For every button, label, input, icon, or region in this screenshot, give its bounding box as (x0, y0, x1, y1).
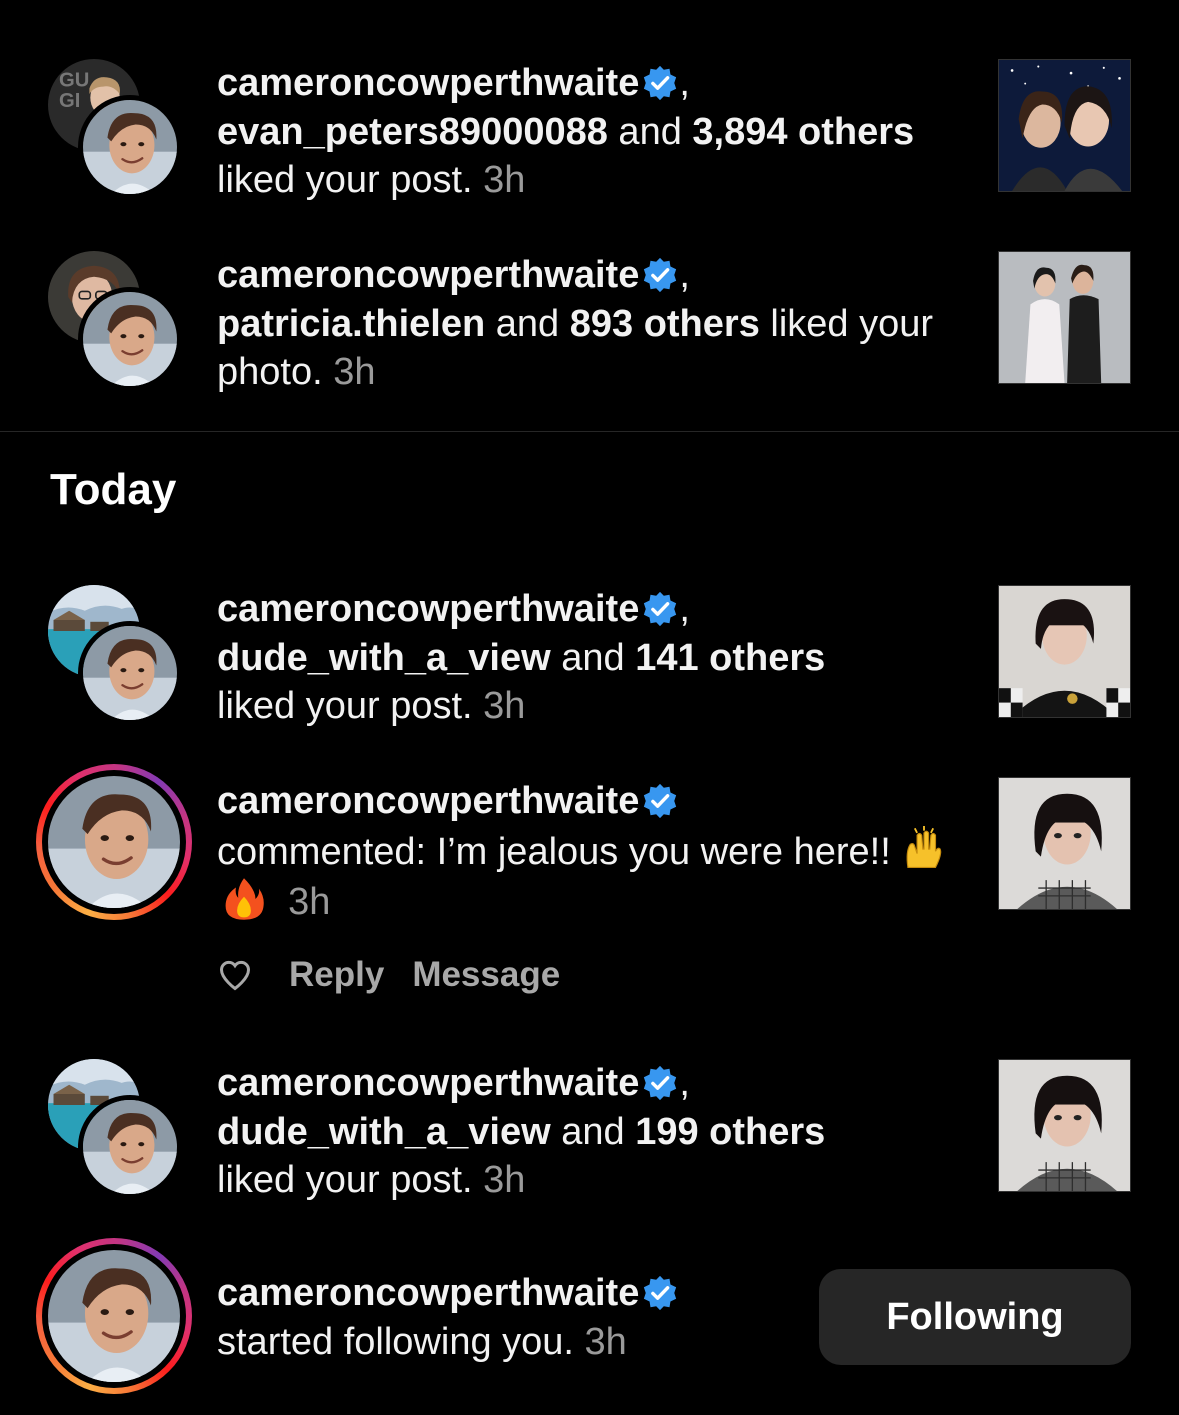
avatar-stack[interactable] (48, 1059, 188, 1199)
avatar-stack[interactable] (48, 251, 188, 391)
timestamp: 3h (483, 159, 526, 201)
notification-text: cameroncowperthwaite, dude_with_a_view a… (217, 588, 826, 727)
notification-text: cameroncowperthwaite commented: I’m jeal… (217, 777, 957, 927)
avatar-stack[interactable] (48, 59, 188, 199)
following-button[interactable]: Following (819, 1269, 1131, 1365)
avatar (48, 776, 180, 908)
username-link[interactable]: cameroncowperthwaite (217, 62, 639, 104)
post-thumbnail[interactable] (998, 1059, 1131, 1192)
notification-text: cameroncowperthwaite, patricia.thielen a… (217, 254, 934, 393)
timestamp: 3h (288, 881, 331, 923)
avatar (78, 1095, 182, 1199)
timestamp: 3h (483, 1159, 526, 1201)
post-thumbnail[interactable] (998, 59, 1131, 192)
verified-badge-icon (641, 1274, 679, 1312)
avatar-story-ring[interactable] (36, 1238, 192, 1394)
reply-button[interactable]: Reply (289, 955, 384, 995)
message-button[interactable]: Message (412, 955, 560, 995)
post-thumbnail[interactable] (998, 251, 1131, 384)
username-link[interactable]: patricia.thielen (217, 303, 485, 345)
fire-emoji-icon (221, 876, 267, 922)
username-link[interactable]: cameroncowperthwaite (217, 780, 639, 822)
username-link[interactable]: cameroncowperthwaite (217, 1272, 639, 1314)
verified-badge-icon (641, 1064, 679, 1102)
notification-text: cameroncowperthwaite, evan_peters8900008… (217, 62, 915, 201)
avatar (48, 1250, 180, 1382)
post-thumbnail[interactable] (998, 585, 1131, 718)
timestamp: 3h (483, 685, 526, 727)
verified-badge-icon (641, 256, 679, 294)
section-title-today: Today (50, 465, 177, 514)
avatar-story-ring[interactable] (36, 764, 192, 920)
avatar-stack[interactable] (48, 585, 188, 725)
timestamp: 3h (584, 1320, 627, 1363)
username-link[interactable]: cameroncowperthwaite (217, 1062, 639, 1104)
comment-text: commented: I’m jealous you were here!! (217, 830, 902, 873)
verified-badge-icon (641, 64, 679, 102)
notification-text: cameroncowperthwaite started following y… (217, 1269, 797, 1366)
username-link[interactable]: dude_with_a_view (217, 1111, 551, 1153)
others-count[interactable]: 893 others (570, 303, 760, 345)
avatar (78, 287, 182, 391)
username-link[interactable]: evan_peters89000088 (217, 111, 608, 153)
avatar (78, 621, 182, 725)
others-count[interactable]: 199 others (635, 1111, 825, 1153)
raising-hands-emoji-icon (901, 825, 947, 872)
heart-icon[interactable] (217, 957, 253, 993)
others-count[interactable]: 141 others (635, 637, 825, 679)
avatar (78, 95, 182, 199)
section-divider (0, 431, 1179, 432)
timestamp: 3h (333, 351, 376, 393)
others-count[interactable]: 3,894 others (692, 111, 914, 153)
post-thumbnail[interactable] (998, 777, 1131, 910)
username-link[interactable]: cameroncowperthwaite (217, 588, 639, 630)
verified-badge-icon (641, 590, 679, 628)
username-link[interactable]: dude_with_a_view (217, 637, 551, 679)
comment-actions: Reply Message (217, 950, 588, 1000)
username-link[interactable]: cameroncowperthwaite (217, 254, 639, 296)
notification-text: cameroncowperthwaite, dude_with_a_view a… (217, 1062, 826, 1201)
verified-badge-icon (641, 782, 679, 820)
